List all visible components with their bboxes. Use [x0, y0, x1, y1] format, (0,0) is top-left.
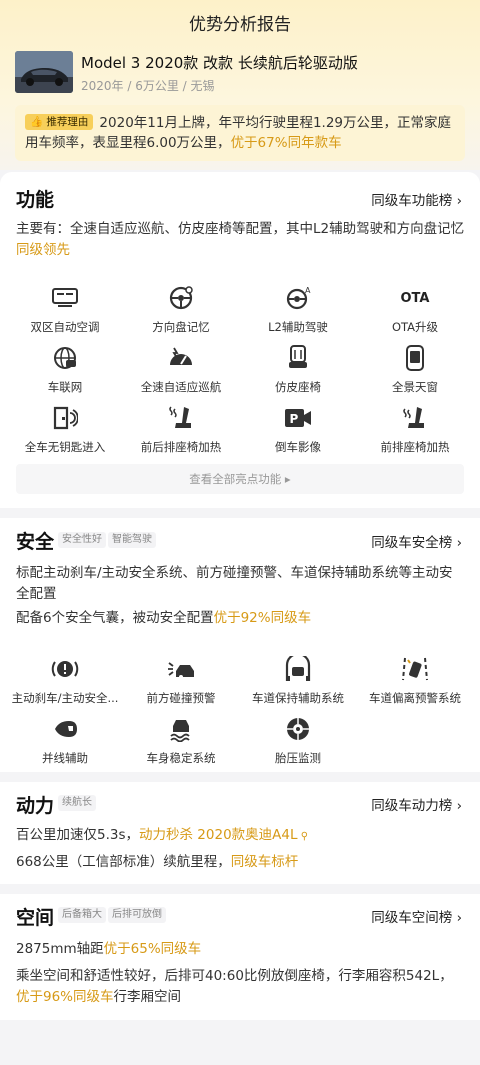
safety-title: 安全	[16, 531, 55, 553]
section-gap	[0, 508, 480, 518]
feature-item-front-rear-seat-heating[interactable]: 前后排座椅加热	[121, 404, 241, 455]
feature-item-connected-car[interactable]: 车联网	[5, 344, 125, 395]
car-meta: 2020年 / 6万公里 / 无锡	[81, 79, 215, 93]
feature-item-l2-assist[interactable]: A L2辅助驾驶	[238, 284, 358, 335]
power-range-desc: 668公里（工信部标准）续航里程，同级车标杆	[16, 854, 299, 870]
features-desc: 主要有：全速自适应巡航、仿皮座椅等配置，其中L2辅助驾驶和方向盘记忆同级领先	[16, 221, 465, 258]
safety-item-forward-collision[interactable]: 前方碰撞预警	[121, 655, 241, 706]
ota-upgrade-icon: OTA	[400, 290, 430, 306]
safety-item-active-brake[interactable]: 主动刹车/主动安全...	[5, 655, 125, 706]
forward-collision-warning-icon	[166, 655, 196, 683]
safety-item-merge-assist[interactable]: 并线辅助	[5, 715, 125, 766]
power-rank-link[interactable]: 同级车动力榜 ›	[371, 794, 462, 814]
safety-rank-link[interactable]: 同级车安全榜 ›	[371, 531, 462, 551]
feature-item-steering-memory[interactable]: 方向盘记忆	[121, 284, 241, 335]
search-icon[interactable]: ⚲	[298, 831, 308, 842]
feature-item-front-seat-heating[interactable]: 前排座椅加热	[355, 404, 475, 455]
leatherette-seat-icon	[283, 344, 313, 372]
feature-item-adaptive-cruise[interactable]: 全速自适应巡航	[121, 344, 241, 395]
power-title: 动力	[16, 795, 55, 817]
recommend-reason-badge: 👍 推荐理由	[25, 114, 94, 130]
space-card: 空间 后备箱大 后排可放倒 同级车空间榜 › 2875mm轴距优于65%同级车 …	[0, 894, 480, 1020]
feature-item-dual-zone-ac[interactable]: 双区自动空调	[5, 284, 125, 335]
safety-item-tire-pressure[interactable]: 胎压监测	[238, 715, 358, 766]
space-comfort-desc: 乘坐空间和舒适性较好，后排可40:60比例放倒座椅，行李厢容积542L，优于96…	[16, 968, 453, 1005]
feature-item-sunroof[interactable]: 全景天窗	[355, 344, 475, 395]
safety-item-stability-control[interactable]: 车身稳定系统	[121, 715, 241, 766]
dual-zone-ac-icon	[50, 284, 80, 312]
page-title: 优势分析报告	[189, 15, 291, 35]
section-gap	[0, 884, 480, 894]
section-gap	[0, 772, 480, 782]
reverse-camera-icon: P	[283, 404, 313, 432]
lane-departure-warning-icon	[400, 655, 430, 683]
reason-highlight: 优于67%同年款车	[230, 135, 342, 151]
space-title: 空间	[16, 907, 55, 929]
blind-spot-assist-icon	[50, 715, 80, 743]
space-rank-link[interactable]: 同级车空间榜 ›	[371, 906, 462, 926]
front-rear-seat-heating-icon	[166, 404, 196, 432]
view-all-features-button[interactable]: 查看全部亮点功能 ▸	[16, 464, 464, 494]
steering-memory-icon	[166, 284, 196, 312]
tire-pressure-icon	[283, 715, 313, 743]
recommend-reason-text: 👍 推荐理由 2020年11月上牌，年平均行驶里程1.29万公里，正常家庭用车频率…	[25, 114, 452, 151]
power-acceleration-desc: 百公里加速仅5.3s，动力秒杀 2020款奥迪A4L ⚲	[16, 827, 309, 843]
feature-item-reverse-camera[interactable]: P 倒车影像	[238, 404, 358, 455]
feature-item-leatherette-seat[interactable]: 仿皮座椅	[238, 344, 358, 395]
adaptive-cruise-icon	[166, 344, 196, 372]
space-tag: 后备箱大	[58, 907, 106, 923]
safety-item-lane-departure[interactable]: 车道偏离预警系统	[355, 655, 475, 706]
safety-tag: 安全性好	[58, 532, 106, 548]
power-tag: 续航长	[58, 795, 96, 811]
l2-assist-driving-icon: A	[283, 284, 313, 312]
connected-car-icon	[50, 344, 80, 372]
stability-control-icon	[166, 715, 196, 743]
features-rank-link[interactable]: 同级车功能榜 ›	[371, 189, 462, 209]
keyless-entry-icon	[50, 404, 80, 432]
car-thumbnail[interactable]	[15, 51, 73, 93]
front-seat-heating-icon	[400, 404, 430, 432]
space-tag: 后排可放倒	[108, 907, 166, 923]
feature-item-ota[interactable]: OTA OTA升级	[355, 284, 475, 335]
active-brake-icon	[50, 655, 80, 683]
safety-desc: 标配主动刹车/主动安全系统、前方碰撞预警、车道保持辅助系统等主动安全配置	[16, 565, 453, 602]
features-title: 功能	[16, 189, 55, 211]
recommend-reason-box: 👍 推荐理由 2020年11月上牌，年平均行驶里程1.29万公里，正常家庭用车频率…	[15, 105, 465, 161]
feature-item-keyless-entry[interactable]: 全车无钥匙进入	[5, 404, 125, 455]
svg-text:P: P	[290, 412, 299, 426]
safety-passive-desc: 配备6个安全气囊，被动安全配置优于92%同级车	[16, 610, 312, 626]
safety-tag: 智能驾驶	[108, 532, 156, 548]
power-card: 动力 续航长 同级车动力榜 › 百公里加速仅5.3s，动力秒杀 2020款奥迪A…	[0, 782, 480, 884]
car-name: Model 3 2020款 改款 长续航后轮驱动版	[81, 54, 358, 72]
features-card: 功能 同级车功能榜 › 主要有：全速自适应巡航、仿皮座椅等配置，其中L2辅助驾驶…	[0, 172, 480, 508]
panoramic-sunroof-icon	[400, 344, 430, 372]
svg-text:A: A	[305, 286, 311, 295]
lane-keep-assist-icon	[283, 655, 313, 683]
safety-item-lane-keep[interactable]: 车道保持辅助系统	[238, 655, 358, 706]
space-wheelbase-desc: 2875mm轴距优于65%同级车	[16, 941, 202, 957]
